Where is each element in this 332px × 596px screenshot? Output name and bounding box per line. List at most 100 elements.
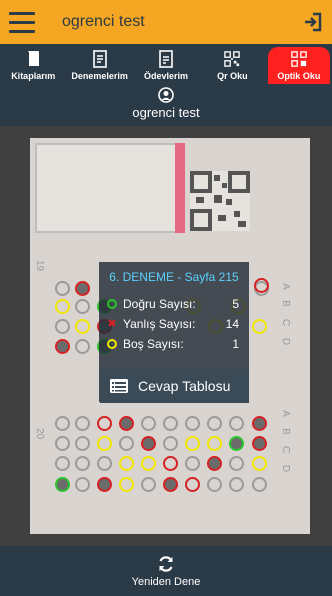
- tab-qr-oku[interactable]: Qr Oku: [201, 47, 263, 84]
- answer-bubble: [55, 436, 70, 451]
- answer-bubble: [163, 477, 178, 492]
- answer-bubble: [75, 436, 90, 451]
- correct-value: 5: [232, 297, 239, 311]
- question-number: 19: [34, 259, 46, 272]
- tab-label: Denemelerim: [71, 71, 128, 81]
- hamburger-icon[interactable]: [0, 0, 44, 44]
- answer-bubble: [207, 456, 222, 471]
- answer-bubble: [207, 436, 222, 451]
- correct-label: Doğru Sayısı:: [123, 297, 196, 311]
- top-bar: ogrenci test: [0, 0, 332, 44]
- answer-bubble: [97, 416, 112, 431]
- user-name: ogrenci test: [132, 105, 200, 120]
- answer-bubble: [119, 436, 134, 451]
- answer-bubble: [119, 477, 134, 492]
- answer-bubble: [252, 319, 267, 334]
- tab-optik-oku[interactable]: Optik Oku: [267, 47, 331, 84]
- answer-bubble: [252, 416, 267, 431]
- sheet-qr-code: [190, 171, 250, 231]
- answer-bubble: [55, 477, 70, 492]
- sheet-red-band: [175, 143, 185, 233]
- answer-bubble: [97, 477, 112, 492]
- option-letter: B: [279, 428, 291, 435]
- answer-bubble: [252, 477, 267, 492]
- answer-bubble: [97, 456, 112, 471]
- answer-bubble: [141, 477, 156, 492]
- answer-bubble: [119, 416, 134, 431]
- logout-icon[interactable]: [294, 0, 332, 44]
- option-letter: D: [280, 464, 292, 473]
- tab-label: Kitaplarım: [11, 71, 56, 81]
- answer-bubble: [75, 456, 90, 471]
- tab-odevlerim[interactable]: Ödevlerim: [135, 47, 197, 84]
- retry-label: Yeniden Dene: [131, 575, 201, 588]
- answer-bubble: [97, 436, 112, 451]
- answer-bubble: [163, 416, 178, 431]
- answer-bubble: [55, 339, 70, 354]
- tab-label: Optik Oku: [277, 71, 321, 81]
- answer-bubble: [185, 416, 200, 431]
- wrong-count-row: ✖ Yanlış Sayısı: 14: [99, 314, 249, 334]
- book-icon: [27, 51, 40, 66]
- answer-bubble: [55, 456, 70, 471]
- list-icon: [110, 379, 128, 393]
- option-letter: D: [280, 337, 292, 346]
- tab-label: Qr Oku: [217, 71, 248, 81]
- wrong-value: 14: [225, 317, 239, 331]
- answer-table-button[interactable]: Cevap Tablosu: [100, 369, 249, 403]
- tab-kitaplarim[interactable]: Kitaplarım: [2, 47, 64, 84]
- blank-marker-icon: [107, 339, 117, 349]
- tab-bar: Kitaplarım Denemelerim Ödevlerim Qr Oku …: [0, 44, 332, 84]
- result-title: 6. DENEME - Sayfa 215: [109, 270, 239, 284]
- answer-bubble: [75, 477, 90, 492]
- wrong-label: Yanlış Sayısı:: [123, 317, 196, 331]
- correct-count-row: Doğru Sayısı: 5: [99, 294, 249, 314]
- profile-strip: ogrenci test: [0, 84, 332, 126]
- answer-bubble: [119, 456, 134, 471]
- answer-bubble: [185, 436, 200, 451]
- correct-marker-icon: [107, 299, 117, 309]
- camera-preview: 19 20 A B C D A B C D 6. DENEME - Sayfa …: [0, 126, 332, 546]
- blank-label: Boş Sayısı:: [123, 337, 184, 351]
- answer-bubble: [229, 436, 244, 451]
- blank-value: 1: [232, 337, 239, 351]
- answer-bubble: [141, 436, 156, 451]
- tab-label: Ödevlerim: [144, 71, 189, 81]
- homework-icon: [159, 50, 173, 68]
- answer-bubble: [207, 416, 222, 431]
- answer-bubble: [252, 456, 267, 471]
- answer-bubble: [252, 436, 267, 451]
- answer-bubble: [75, 339, 90, 354]
- qr-icon: [224, 51, 241, 67]
- option-letter: C: [280, 318, 292, 327]
- answer-bubble: [163, 456, 178, 471]
- answer-bubble: [163, 436, 178, 451]
- option-letter: B: [279, 300, 291, 307]
- answer-bubble: [55, 319, 70, 334]
- retry-button[interactable]: Yeniden Dene: [0, 546, 332, 596]
- tab-denemelerim[interactable]: Denemelerim: [68, 47, 130, 84]
- question-number: 20: [34, 427, 46, 440]
- answer-bubble: [229, 477, 244, 492]
- optic-icon: [291, 51, 307, 67]
- sheet-header-box: [35, 143, 185, 233]
- blank-count-row: Boş Sayısı: 1: [99, 334, 249, 354]
- answer-bubble: [254, 278, 269, 293]
- answer-bubble: [55, 416, 70, 431]
- answer-bubble: [55, 281, 70, 296]
- option-letter: A: [279, 283, 291, 290]
- answer-bubble: [75, 319, 90, 334]
- answer-bubble: [141, 456, 156, 471]
- answer-bubble: [141, 416, 156, 431]
- answer-bubble: [207, 477, 222, 492]
- answer-bubble: [185, 456, 200, 471]
- answer-bubble: [229, 416, 244, 431]
- answer-bubble: [75, 416, 90, 431]
- answer-table-label: Cevap Tablosu: [138, 378, 231, 394]
- wrong-marker-icon: ✖: [107, 318, 117, 330]
- answer-bubble: [55, 299, 70, 314]
- answer-bubble: [75, 299, 90, 314]
- answer-bubble: [229, 456, 244, 471]
- page-title: ogrenci test: [62, 13, 145, 30]
- answer-bubble: [75, 281, 90, 296]
